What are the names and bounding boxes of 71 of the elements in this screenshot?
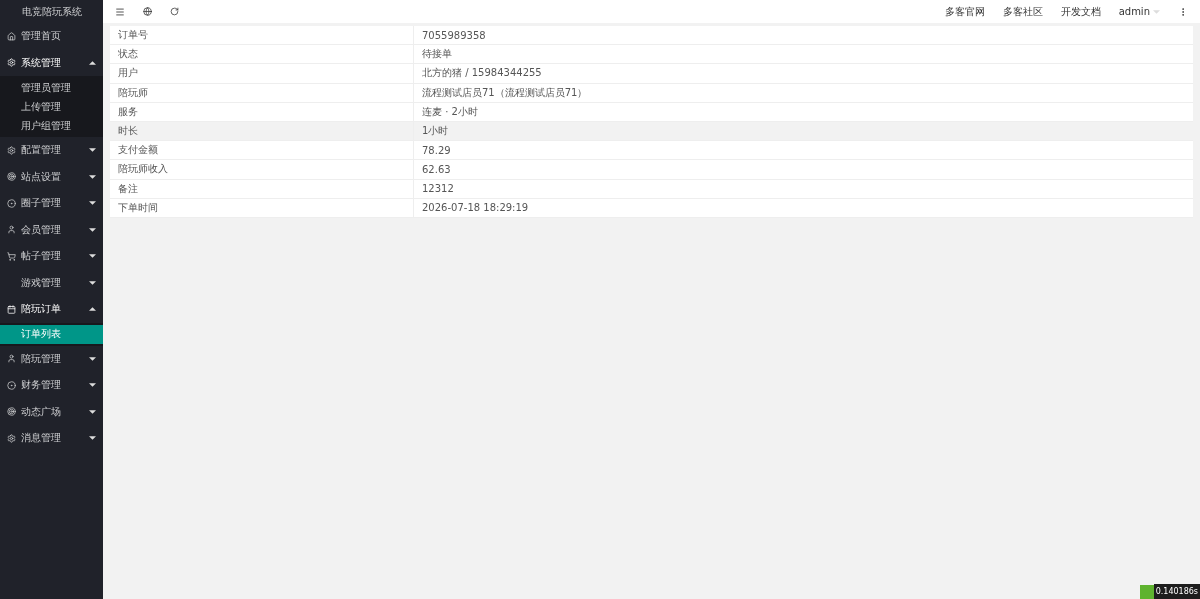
field-value: 流程测试店员71（流程测试店员71） xyxy=(421,85,589,100)
sidebar-item[interactable]: 游戏管理 xyxy=(0,269,103,296)
caret-icon xyxy=(89,254,96,259)
user-icon xyxy=(7,225,16,235)
field-label: 服务 xyxy=(110,102,414,121)
field-label: 陪玩师收入 xyxy=(110,160,414,179)
field-value: 12312 xyxy=(421,182,455,197)
user-icon xyxy=(7,354,16,364)
field-label: 下单时间 xyxy=(110,198,414,217)
caret-icon xyxy=(89,174,96,179)
target-icon xyxy=(7,172,16,182)
calendar-icon xyxy=(7,304,16,314)
field-value: 待接单 xyxy=(421,47,453,62)
menu-icon[interactable] xyxy=(115,6,125,17)
caret-icon xyxy=(89,409,96,414)
caret-icon xyxy=(89,383,96,388)
field-label: 状态 xyxy=(110,45,414,64)
caret-icon xyxy=(89,60,96,65)
sidebar-item[interactable]: 财务管理 xyxy=(0,372,103,399)
field-value: 62.63 xyxy=(421,162,452,177)
field-label: 备注 xyxy=(110,179,414,198)
user-menu[interactable]: admin xyxy=(1118,6,1160,17)
field-value: 2026-07-18 18:29:19 xyxy=(421,201,530,216)
sidebar-subitem[interactable]: 上传管理 xyxy=(0,97,103,116)
sidebar-item[interactable]: 系统管理 xyxy=(0,49,103,76)
caret-icon xyxy=(89,201,96,206)
target-icon xyxy=(7,407,16,417)
field-value: 连麦 · 2小时 xyxy=(421,104,479,119)
sidebar-item[interactable]: 管理首页 xyxy=(0,23,103,50)
caret-icon xyxy=(89,227,96,232)
sidebar-item[interactable]: 消息管理 xyxy=(0,425,103,452)
settings-icon xyxy=(7,58,16,68)
top-link[interactable]: 多客社区 xyxy=(1002,4,1043,19)
caret-icon xyxy=(89,280,96,285)
caret-icon xyxy=(89,148,96,153)
field-label: 支付金额 xyxy=(110,141,414,160)
field-label: 用户 xyxy=(110,64,414,83)
app-title: 电竞陪玩系统 xyxy=(20,4,83,19)
sidebar-item[interactable]: 帖子管理 xyxy=(0,243,103,270)
field-value: 北方的猪 / 15984344255 xyxy=(421,66,543,81)
field-label: 时长 xyxy=(110,121,414,141)
field-label: 订单号 xyxy=(110,26,414,45)
top-link[interactable]: 多客官网 xyxy=(944,4,985,19)
top-link[interactable]: 开发文档 xyxy=(1060,4,1101,19)
sidebar-subitem[interactable]: 用户组管理 xyxy=(0,116,103,135)
caret-icon xyxy=(89,307,96,312)
refresh-icon[interactable] xyxy=(170,7,179,16)
circle-icon xyxy=(7,198,16,208)
sidebar-item[interactable]: 配置管理 xyxy=(0,137,103,164)
caret-icon xyxy=(1153,9,1160,14)
sidebar-item[interactable]: 陪玩管理 xyxy=(0,345,103,372)
circle-icon xyxy=(7,380,16,390)
debug-timer: 0.140186s xyxy=(1153,584,1200,599)
field-value: 78.29 xyxy=(421,143,452,158)
settings-icon xyxy=(7,433,16,443)
field-label: 陪玩师 xyxy=(110,83,414,102)
caret-icon xyxy=(89,436,96,441)
sidebar-item[interactable]: 站点设置 xyxy=(0,163,103,190)
field-value: 1小时 xyxy=(421,124,450,139)
home-icon xyxy=(7,31,16,41)
sidebar-subitem[interactable]: 管理员管理 xyxy=(0,78,103,97)
sidebar-item[interactable]: 圈子管理 xyxy=(0,190,103,217)
sidebar-item[interactable]: 动态广场 xyxy=(0,398,103,425)
sidebar-item[interactable]: 陪玩订单 xyxy=(0,296,103,323)
settings-icon xyxy=(7,145,16,155)
field-value: 7055989358 xyxy=(421,28,487,43)
globe-icon[interactable] xyxy=(143,7,152,16)
cart-icon xyxy=(7,251,16,261)
sidebar-item[interactable]: 会员管理 xyxy=(0,216,103,243)
sidebar-subitem[interactable]: 订单列表 xyxy=(0,324,103,344)
caret-icon xyxy=(89,356,96,361)
